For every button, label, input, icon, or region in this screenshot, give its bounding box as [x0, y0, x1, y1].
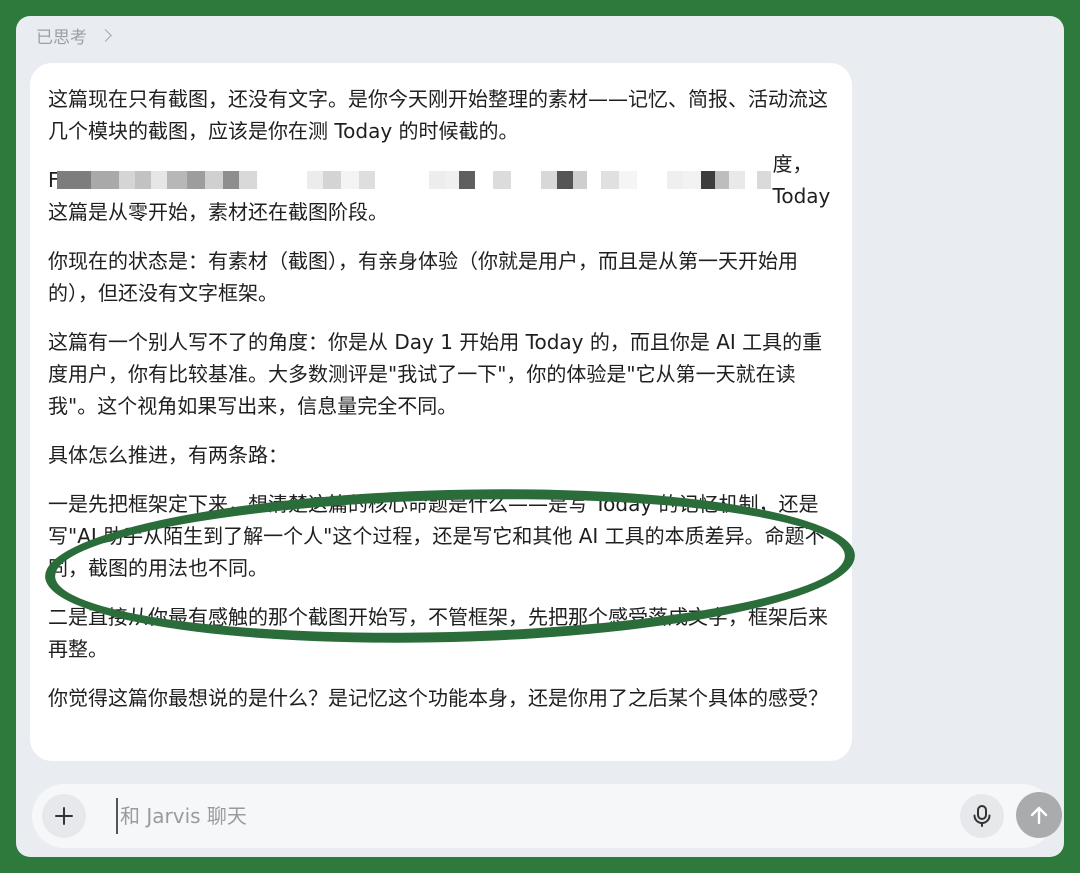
message-paragraph-7: 二是直接从你最有感触的那个截图开始写，不管框架，先把那个感受落成文字，框架后来再… — [48, 605, 828, 661]
message-paragraph-8: 你觉得这篇你最想说的是什么？是记忆这个功能本身，还是你用了之后某个具体的感受？ — [48, 686, 828, 710]
arrow-up-icon — [1030, 806, 1048, 825]
chevron-right-icon — [99, 29, 112, 42]
message-paragraph-6: 一是先把框架定下来，想清楚这篇的核心命题是什么——是写 Today 的记忆机制，… — [48, 492, 825, 580]
composer — [32, 784, 1062, 848]
chat-input[interactable] — [116, 798, 916, 834]
message-paragraph-5: 具体怎么推进，有两条路： — [48, 443, 288, 467]
plus-icon — [55, 807, 73, 825]
microphone-icon — [973, 805, 991, 827]
chat-window: 已思考 这篇现在只有截图，还没有文字。是你今天刚开始整理的素材——记忆、简报、活… — [16, 16, 1064, 857]
message-paragraph-1: 这篇现在只有截图，还没有文字。是你今天刚开始整理的素材——记忆、简报、活动流这几… — [48, 87, 828, 143]
thinking-label: 已思考 — [36, 27, 87, 48]
assistant-message: 这篇现在只有截图，还没有文字。是你今天刚开始整理的素材——记忆、简报、活动流这几… — [30, 63, 852, 761]
redacted-line-2: 这篇是从零开始，素材还在截图阶段。 — [48, 200, 388, 224]
message-paragraph-2: F 度，Today 这篇是从零开始，素材还在截图阶段。 — [48, 152, 832, 228]
voice-input-button[interactable] — [960, 794, 1004, 838]
redacted-line: F 度，Today — [48, 152, 832, 208]
send-button[interactable] — [1016, 792, 1062, 838]
redacted-suffix: 度，Today — [772, 152, 831, 208]
message-paragraph-4: 这篇有一个别人写不了的角度：你是从 Day 1 开始用 Today 的，而且你是… — [48, 330, 823, 418]
redaction-mosaic — [56, 164, 771, 196]
thinking-toggle[interactable]: 已思考 — [36, 22, 112, 48]
add-attachment-button[interactable] — [42, 794, 86, 838]
redacted-prefix: F — [48, 168, 57, 192]
message-paragraph-3: 你现在的状态是：有素材（截图），有亲身体验（你就是用户，而且是从第一天开始用的）… — [48, 249, 798, 305]
